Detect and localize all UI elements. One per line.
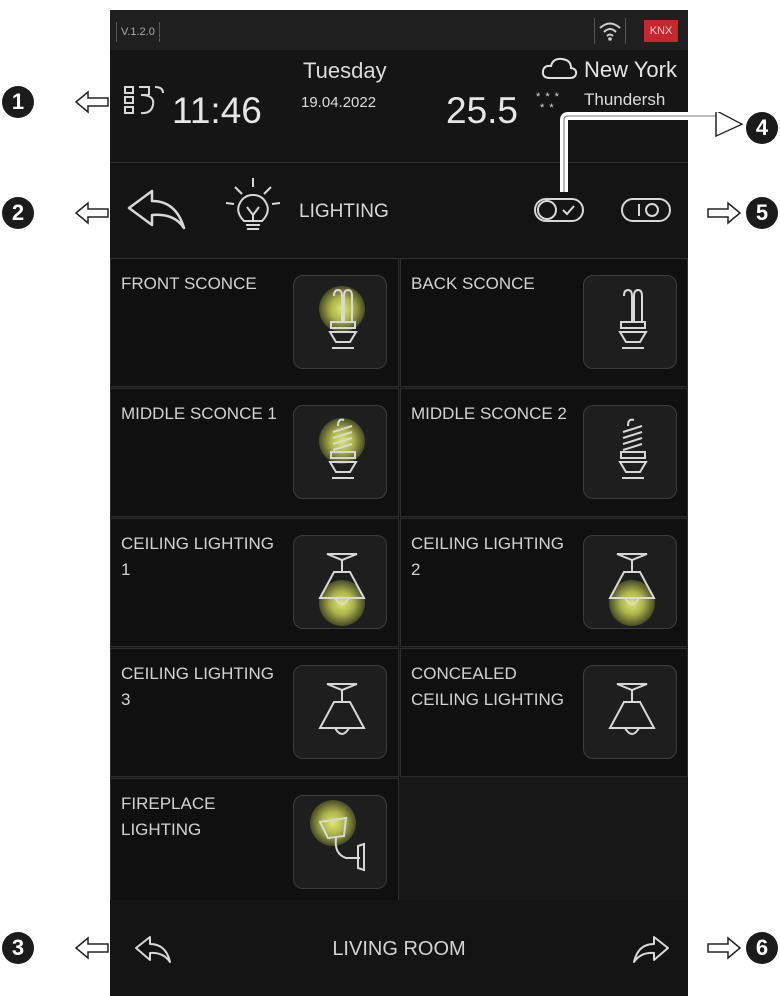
cfl-bulb-icon [618,288,648,349]
light-tile: MIDDLE SCONCE 2 [400,388,688,517]
light-toggle-button[interactable] [293,535,387,629]
bottom-nav-bar: LIVING ROOM [110,900,688,996]
ceiling-lamp-icon [318,683,366,735]
callout-arrow-left-icon [74,201,109,225]
light-tile-label: MIDDLE SCONCE 1 [121,404,277,423]
callout-number-2: 2 [2,197,34,229]
menu-icon[interactable] [123,83,167,122]
light-toggle-button[interactable] [293,665,387,759]
all-on-off-toggle[interactable] [533,196,585,229]
callout-number-6: 6 [746,932,778,964]
weather-condition: Thundersh [584,90,666,109]
spiral-bulb-icon [328,418,358,479]
day-label: Tuesday [303,58,387,83]
callout-number-1: 1 [2,86,34,118]
ceiling-lamp-icon [608,553,656,605]
version-label: V.1.2.0 [116,22,160,42]
light-toggle-button[interactable] [583,405,677,499]
lightbulb-icon [223,177,283,244]
light-tile: CEILING LIGHTING 1 [110,518,399,647]
light-toggle-button[interactable] [293,405,387,499]
light-tile-label: FRONT SCONCE [121,274,257,293]
spiral-bulb-icon [618,418,648,479]
callout-arrow-left-icon [74,90,109,114]
light-toggle-button[interactable] [583,665,677,759]
light-tile-label: BACK SCONCE [411,274,535,293]
light-tile-label: CONCEALED CEILING LIGHTING [411,664,565,709]
light-tile: CEILING LIGHTING 3 [110,648,399,777]
callout-number-4: 4 [746,112,778,144]
room-name: LIVING ROOM [332,938,466,960]
light-toggle-button[interactable] [583,275,677,369]
light-toggle-button[interactable] [293,795,387,889]
callout-arrow-right-icon [707,936,742,960]
cfl-bulb-icon [328,288,358,349]
light-tile: BACK SCONCE [400,258,688,387]
lighting-grid: FRONT SCONCE BACK SCONCE MIDDLE SCONCE 1 MI… [110,258,688,907]
ceiling-lamp-icon [318,553,366,605]
light-toggle-button[interactable] [583,535,677,629]
status-bar: V.1.2.0 KNX [110,10,688,50]
light-toggle-button[interactable] [293,275,387,369]
light-tile: FRONT SCONCE [110,258,399,387]
date-label: 19.04.2022 [301,94,377,111]
light-tile-label: CEILING LIGHTING 3 [121,664,275,709]
knx-badge: KNX [644,20,678,42]
light-tile: MIDDLE SCONCE 1 [110,388,399,517]
callout-number-5: 5 [746,197,778,229]
snow-icon: * * * * * [536,91,560,114]
wifi-icon [594,18,626,44]
ceiling-lamp-icon [608,683,656,735]
light-tile: CEILING LIGHTING 2 [400,518,688,647]
clock-time: 11:46 [172,90,262,131]
power-switch-button[interactable] [620,196,672,229]
callout-arrow-left-icon [74,936,109,960]
callout-arrow-right-icon [707,201,742,225]
next-room-button[interactable] [632,934,670,969]
callout-connector-4 [560,112,744,192]
light-tile: FIREPLACE LIGHTING [110,778,399,907]
light-tile-label: FIREPLACE LIGHTING [121,794,216,839]
callout-number-3: 3 [2,932,34,964]
city-label: New York [584,57,677,82]
page-title: LIGHTING [299,201,389,222]
light-tile: CONCEALED CEILING LIGHTING [400,648,688,777]
light-tile-label: CEILING LIGHTING 2 [411,534,565,579]
wall-lamp-icon [318,816,365,872]
cloud-icon [540,56,578,87]
temperature-value: 25.5 [446,90,519,131]
light-tile-label: MIDDLE SCONCE 2 [411,404,567,423]
back-button[interactable] [126,188,188,237]
light-tile-label: CEILING LIGHTING 1 [121,534,275,579]
